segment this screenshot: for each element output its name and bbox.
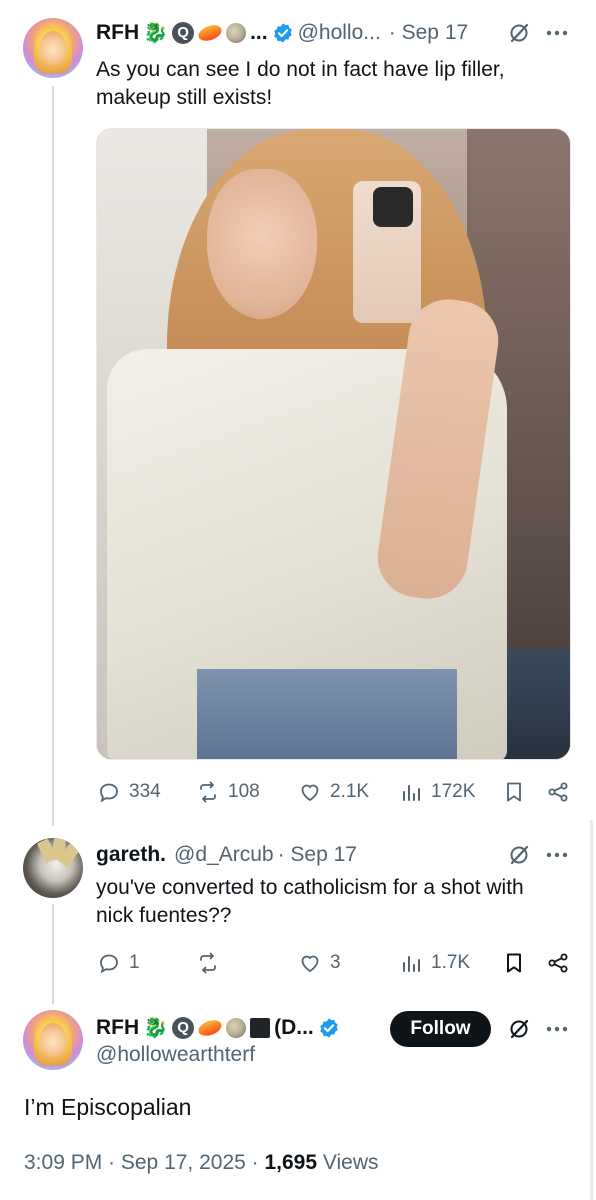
views-button[interactable]: 1.7K [399,951,470,975]
avatar-gareth[interactable] [23,838,83,898]
reply-count: 1 [129,952,140,973]
thread-line-bottom [52,904,54,1004]
black-square-emoji-icon [250,1018,271,1038]
views-button[interactable]: 172K [399,780,475,804]
grok-slash-icon[interactable] [507,1017,531,1041]
repost-count: 108 [228,781,260,802]
more-options-icon[interactable] [545,24,569,42]
scrollbar-track[interactable] [590,820,593,1200]
moon-emoji-icon [226,1018,247,1038]
reply-text: you've converted to catholicism for a sh… [96,874,576,930]
reply-text-line2: nick fuentes?? [96,904,232,927]
repost-icon [200,952,216,974]
reply-text-line1: you've converted to catholicism for a sh… [96,876,524,899]
reply-button[interactable]: 1 [97,951,140,975]
like-button[interactable]: 3 [298,951,341,975]
share-icon[interactable] [546,780,570,804]
reply-display-name[interactable]: gareth. [96,843,166,867]
tweet2-meta: 3:09 PM · Sep 17, 2025 · 1,695 Views [24,1151,379,1175]
like-button[interactable]: 2.1K [298,780,369,804]
moon-emoji-icon [226,23,247,43]
avatar-rfh[interactable] [23,1010,83,1070]
tweet2-handle[interactable]: @hollowearthterf [96,1043,255,1067]
reply-icon [100,954,118,974]
thread-line-top [52,86,54,826]
tweet2-header: RFH 🐉 Q (D... [96,1013,340,1043]
tweet2-name-suffix: (D... [274,1016,314,1039]
views-count: 172K [431,781,476,802]
verified-badge-icon [320,1018,338,1038]
reply-button[interactable]: 334 [97,780,161,804]
repost-icon [200,781,216,803]
tweet2-views-label: Views [317,1151,379,1174]
reply-icon [100,783,118,803]
reply-date[interactable]: · Sep 17 [278,843,357,867]
follow-button[interactable]: Follow [390,1011,491,1047]
heart-icon [301,784,319,802]
tweet2-views-count: 1,695 [264,1151,318,1174]
bookmark-icon[interactable] [502,780,526,804]
like-count: 3 [330,952,341,973]
tweet1-text-line2: makeup still exists! [96,86,273,109]
repost-button[interactable]: 108 [196,780,260,804]
tweet1-date[interactable]: · Sep 17 [389,21,468,45]
tweet2-display-name[interactable]: RFH [96,1016,139,1040]
views-chart-icon [403,785,420,801]
grok-slash-icon[interactable] [507,21,531,45]
bookmark-icon[interactable] [502,951,526,975]
tweet1-text-line1: As you can see I do not in fact have lip… [96,58,505,81]
tweet2-text: I’m Episcopalian [24,1094,192,1120]
avatar-rfh[interactable] [23,18,83,78]
tweet1-text: As you can see I do not in fact have lip… [96,56,576,112]
tweet2-timestamp[interactable]: 3:09 PM · Sep 17, 2025 · [24,1151,264,1174]
share-icon[interactable] [546,951,570,975]
q-emoji-icon: Q [172,22,195,44]
reply-header: gareth. @d_Arcub · Sep 17 [96,840,357,870]
grok-slash-icon[interactable] [507,843,531,867]
reply-handle[interactable]: @d_Arcub [174,843,274,867]
more-options-icon[interactable] [545,1020,569,1038]
more-options-icon[interactable] [545,846,569,864]
like-count: 2.1K [330,781,370,802]
q-emoji-icon: Q [172,1017,195,1039]
name-ellipsis: ... [250,21,268,44]
tweet1-header: RFH 🐉 Q ... @hollo... · Sep 17 [96,18,468,48]
verified-badge-icon [273,23,292,43]
views-chart-icon [403,956,420,972]
tweet1-display-name[interactable]: RFH [96,21,139,45]
dragon-emoji-icon: 🐉 [143,22,169,44]
heart-icon [301,955,319,973]
planet-emoji-icon [196,22,224,44]
tweet1-handle[interactable]: @hollo... [298,21,381,45]
tweet1-photo[interactable] [96,128,571,760]
views-count: 1.7K [431,952,471,973]
planet-emoji-icon [196,1017,224,1039]
repost-button[interactable] [196,951,220,975]
dragon-emoji-icon: 🐉 [143,1017,169,1039]
reply-count: 334 [129,781,161,802]
